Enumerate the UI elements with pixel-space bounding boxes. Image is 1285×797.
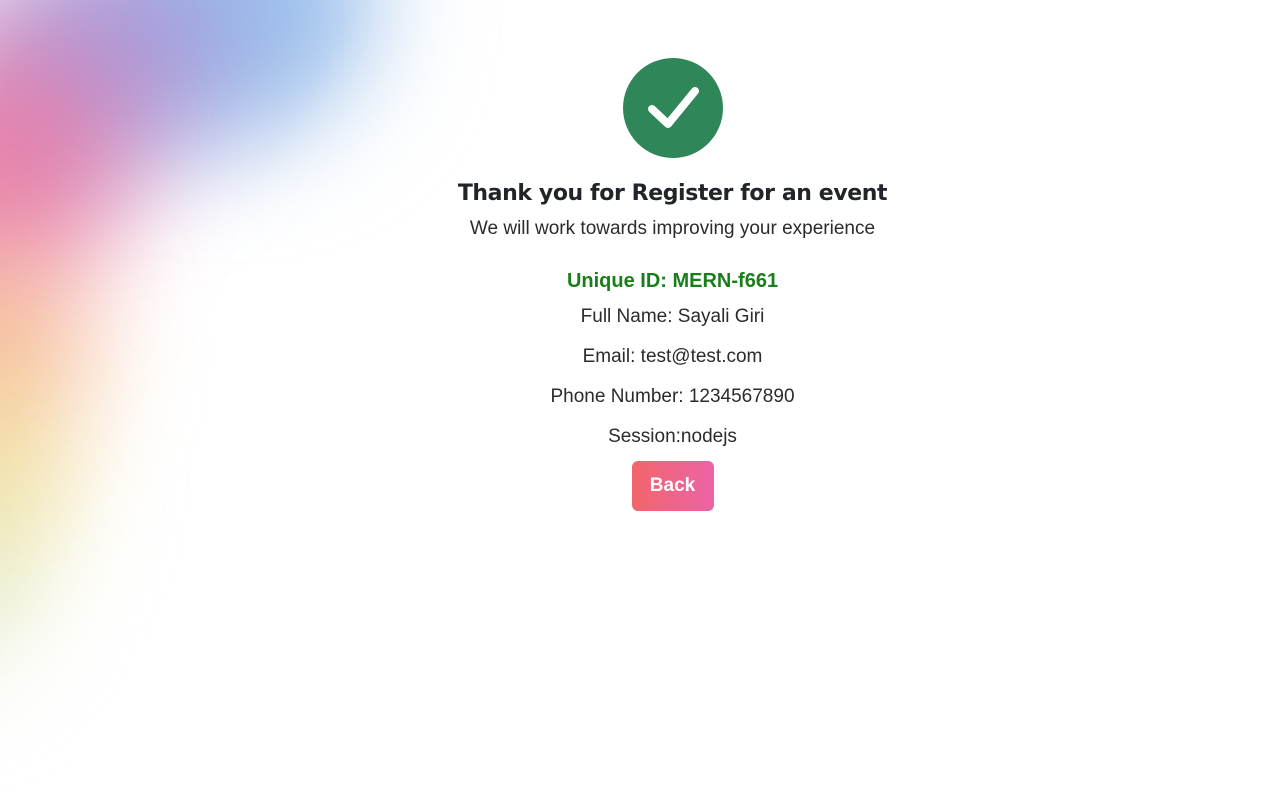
back-button[interactable]: Back	[631, 461, 714, 511]
checkmark-icon	[647, 87, 699, 128]
full-name-text: Full Name: Sayali Giri	[580, 306, 765, 327]
phone-number-text: Phone Number: 1234567890	[550, 386, 795, 407]
page-subtitle: We will work towards improving your expe…	[469, 218, 876, 239]
unique-id: Unique ID: MERN-f661	[566, 270, 779, 292]
page: Thank you for Register for an event We w…	[0, 0, 1285, 797]
email-text: Email: test@test.com	[582, 346, 763, 367]
check-circle-icon	[622, 58, 723, 158]
session-text: Session:nodejs	[608, 426, 737, 447]
page-title: Thank you for Register for an event	[457, 181, 888, 206]
confirmation-card: Thank you for Register for an event We w…	[0, 58, 1285, 511]
